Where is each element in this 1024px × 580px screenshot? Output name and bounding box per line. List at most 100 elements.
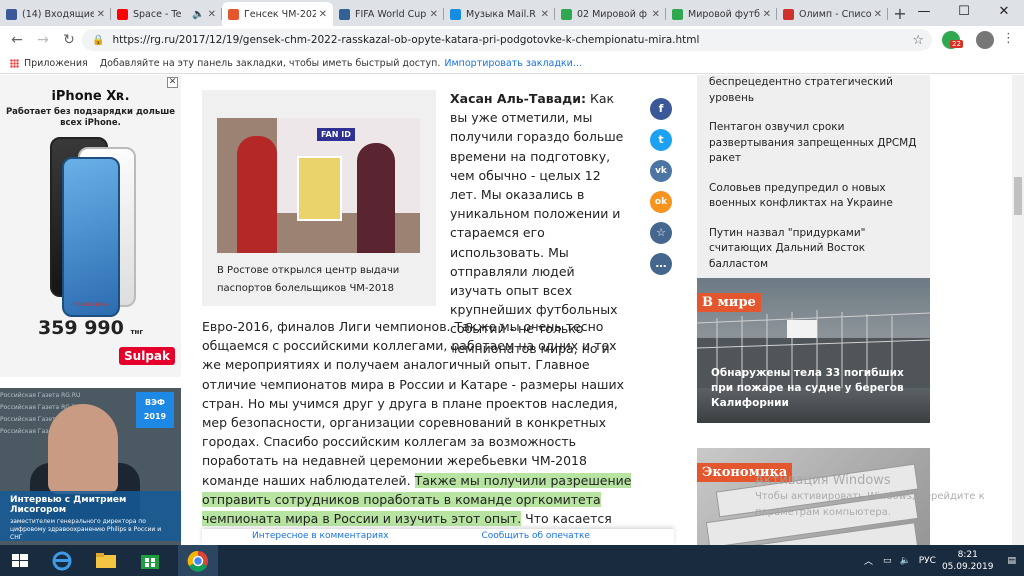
internet-explorer-icon[interactable] — [42, 545, 82, 576]
phone-image-blue — [62, 157, 120, 317]
tab-music[interactable]: Музыка Mail.R ✕ — [444, 2, 555, 26]
apps-button[interactable]: Приложения — [10, 58, 88, 69]
close-tab-icon[interactable]: ✕ — [430, 9, 438, 20]
import-bookmarks-link[interactable]: Импортировать закладки... — [444, 58, 582, 69]
page-scrollbar[interactable] — [1012, 75, 1024, 545]
network-icon[interactable]: ▭ — [883, 556, 892, 566]
article-paragraph: Евро-2016, финалов Лиги чемпионов. Также… — [202, 319, 632, 545]
card-title[interactable]: Обнаружены тела 33 погибших при пожаре н… — [711, 366, 916, 411]
tab-inbox[interactable]: (14) Входящие ✕ — [0, 2, 111, 26]
close-tab-icon[interactable]: ✕ — [208, 9, 216, 20]
extension-badge: 22 — [950, 40, 963, 48]
ad-subtitle: Работает без подзарядки дольше всех iPho… — [5, 107, 176, 128]
language-indicator[interactable]: РУС — [919, 556, 936, 566]
music-favicon-icon — [450, 8, 461, 20]
comment-icon[interactable]: … — [650, 253, 672, 275]
twitter-icon[interactable]: t — [650, 129, 672, 151]
sheet-favicon-icon — [561, 8, 572, 20]
phone-ad-banner[interactable]: ✕ iPhone Xʀ. Работает без подзарядки дол… — [0, 75, 181, 377]
star-icon[interactable]: ☆ — [650, 222, 672, 244]
rg-favicon-icon — [228, 8, 239, 20]
news-item[interactable]: Пентагон озвучил сроки развертывания зап… — [709, 113, 918, 174]
video-ad-banner[interactable]: Российская Газета RG.RU Российская Газет… — [0, 388, 181, 545]
notification-icon[interactable]: ▤ — [1007, 556, 1016, 566]
windows-logo-icon — [12, 554, 28, 567]
volume-icon[interactable]: 🔈 — [900, 556, 911, 566]
address-bar[interactable]: 🔒 https://rg.ru/2017/12/19/gensek-chm-20… — [82, 29, 932, 51]
apps-grid-icon — [10, 59, 19, 68]
close-tab-icon[interactable]: ✕ — [652, 9, 660, 20]
scrollbar-thumb[interactable] — [1014, 177, 1022, 215]
news-item[interactable]: беспрецедентно стратегический уровень — [709, 75, 918, 113]
windows-activation-watermark: Активация Windows Чтобы активировать Win… — [755, 473, 985, 518]
clock[interactable]: 8:21 05.09.2019 — [942, 549, 994, 573]
tab-world-football-1[interactable]: 02 Мировой ф ✕ — [555, 2, 666, 26]
store-icon[interactable] — [130, 545, 170, 576]
person-photo — [48, 404, 118, 494]
news-item[interactable]: Путин назвал "придурками" считающих Даль… — [709, 219, 918, 282]
start-button[interactable] — [0, 545, 40, 576]
tab-youtube[interactable]: Space - Te 🔈 ✕ — [111, 2, 222, 26]
odnoklassniki-icon[interactable]: ok — [650, 191, 672, 213]
article-figure: FAN ID В Ростове открылся центр выдачи п… — [202, 90, 436, 306]
folder-glyph — [96, 553, 116, 568]
tab-olimp[interactable]: Олимп - Списо ✕ — [777, 2, 888, 26]
comments-link[interactable]: Интересное в комментариях — [252, 531, 389, 541]
sulpak-logo: Sulpak — [119, 347, 175, 365]
report-typo-link[interactable]: Сообщить об опечатке — [481, 531, 589, 541]
article-footer-strip: Интересное в комментариях Сообщить об оп… — [202, 529, 674, 545]
news-item[interactable]: Соловьев предупредил о новых военных кон… — [709, 174, 918, 219]
facebook-icon[interactable]: f — [650, 98, 672, 120]
news-card-world[interactable]: В мире Обнаружены тела 33 погибших при п… — [697, 278, 930, 423]
speaker-name: Хасан Аль-Тавади: — [450, 91, 586, 106]
close-tab-icon[interactable]: ✕ — [541, 9, 549, 20]
vk-icon[interactable]: vk — [650, 160, 672, 182]
youtube-favicon-icon — [117, 8, 128, 20]
tab-fifa[interactable]: FIFA World Cup ✕ — [333, 2, 444, 26]
url-text[interactable]: https://rg.ru/2017/12/19/gensek-chm-2022… — [112, 34, 699, 46]
menu-icon[interactable]: ⋮ — [1002, 31, 1015, 46]
bookmarks-prompt: Добавляйте на эту панель закладки, чтобы… — [99, 58, 441, 69]
chrome-icon[interactable] — [178, 545, 218, 576]
ad-title: iPhone Xʀ. — [51, 89, 130, 104]
close-ad-icon[interactable]: ✕ — [167, 77, 178, 88]
ad-currency: тнг — [130, 328, 144, 336]
sheet-favicon-icon — [672, 8, 683, 20]
bookmark-star-icon[interactable]: ☆ — [912, 33, 924, 48]
olimp-favicon-icon — [783, 8, 794, 20]
chrome-glyph — [187, 550, 208, 572]
close-window-button[interactable]: ✕ — [984, 0, 1024, 26]
bookmarks-bar: Приложения Добавляйте на эту панель закл… — [0, 54, 1024, 74]
photo-sign: FAN ID — [317, 128, 355, 141]
forward-button[interactable]: → — [30, 32, 56, 48]
news-list: беспрецедентно стратегический уровень Пе… — [697, 75, 930, 281]
close-tab-icon[interactable]: ✕ — [763, 9, 771, 20]
reload-button[interactable]: ↻ — [56, 32, 82, 48]
back-button[interactable]: ← — [4, 32, 30, 48]
maximize-button[interactable]: ☐ — [944, 0, 984, 26]
minimize-button[interactable]: — — [904, 0, 944, 26]
lock-icon: 🔒 — [92, 34, 105, 46]
fifa-favicon-icon — [339, 8, 350, 20]
store-glyph — [141, 555, 159, 569]
tray-up-arrow-icon[interactable]: ︿ — [864, 554, 873, 567]
photo-caption: В Ростове открылся центр выдачи паспорто… — [217, 265, 400, 294]
ie-glyph — [52, 551, 72, 571]
profile-avatar[interactable] — [976, 31, 994, 49]
windows-taskbar: ︿ ▭ 🔈 РУС 8:21 05.09.2019 ▤ — [0, 545, 1024, 576]
wef-badge: ВЭФ 2019 — [136, 392, 174, 428]
file-explorer-icon[interactable] — [86, 545, 126, 576]
category-label[interactable]: В мире — [697, 293, 761, 312]
close-tab-icon[interactable]: ✕ — [874, 9, 882, 20]
article-photo[interactable]: FAN ID — [217, 118, 420, 253]
close-tab-icon[interactable]: ✕ — [319, 9, 327, 20]
video-caption: Интервью с Дмитрием Лисогором заместител… — [0, 491, 181, 541]
tab-strip: (14) Входящие ✕ Space - Te 🔈 ✕ Генсек ЧМ-20… — [0, 0, 1024, 26]
web-page: ✕ iPhone Xʀ. Работает без подзарядки дол… — [0, 75, 1024, 545]
tab-active-article[interactable]: Генсек ЧМ-202 ✕ — [222, 2, 333, 26]
toolbar: ← → ↻ 🔒 https://rg.ru/2017/12/19/gensek-… — [0, 26, 1024, 54]
tab-world-football-2[interactable]: Мировой футб ✕ — [666, 2, 777, 26]
close-tab-icon[interactable]: ✕ — [97, 9, 105, 20]
ad-new-price-label: Новая цена — [72, 301, 109, 308]
speaker-icon[interactable]: 🔈 — [192, 9, 204, 20]
